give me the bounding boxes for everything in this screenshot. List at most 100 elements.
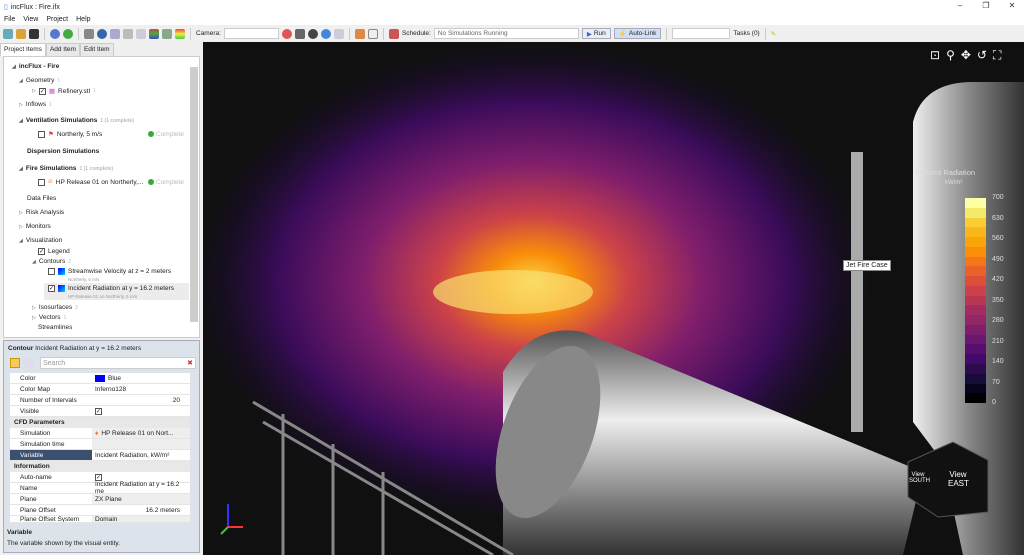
menu-project[interactable]: Project [46, 16, 68, 23]
hierarchy-icon[interactable] [354, 28, 365, 39]
tree-refinery[interactable]: ▷ ✓ ▦ Refinery.stl 1 [32, 87, 96, 95]
vent-checkbox[interactable] [38, 130, 45, 138]
new-icon[interactable] [3, 28, 13, 39]
line-icon[interactable] [110, 28, 120, 39]
tree-legend[interactable]: ✓ Legend [38, 248, 70, 255]
minimize-button[interactable]: – [950, 1, 970, 10]
tab-project-items[interactable]: Project Items [0, 43, 46, 56]
categorized-view-icon[interactable] [10, 358, 20, 368]
vent-status: Complete [148, 131, 184, 138]
legend-tick: 490 [992, 255, 1004, 263]
tree-inflows[interactable]: ▷ Inflows 1 [19, 101, 52, 108]
prop-colormap: Color Map Inferno128 [10, 384, 190, 395]
menu-file[interactable]: File [4, 16, 15, 23]
pan-icon[interactable]: ✥ [961, 48, 971, 63]
prop-variable[interactable]: Variable Incident Radiation, kW/m² [10, 450, 190, 461]
contour-icon [58, 285, 65, 292]
vent-icon[interactable] [123, 28, 133, 39]
info-icon[interactable] [50, 28, 60, 39]
legend-tick: 280 [992, 317, 1004, 324]
tree-contour-2[interactable]: ✓ Incident Radiation at y = 16.2 meters [48, 285, 174, 292]
view-cube-east[interactable]: View EAST [948, 470, 969, 488]
prop-offset-system[interactable]: Plane Offset System Domain [10, 516, 190, 523]
contour2-checkbox[interactable]: ✓ [48, 285, 55, 292]
fullscreen-icon[interactable]: ⛶ [993, 48, 1001, 63]
tree-monitors[interactable]: ▷ Monitors [19, 223, 51, 230]
maximize-button[interactable]: ❐ [976, 1, 996, 10]
tree-vectors[interactable]: ▷ Vectors 1 [32, 314, 66, 321]
prop-intervals[interactable]: Number of Intervals 20 [10, 395, 190, 406]
tree-streamlines[interactable]: Streamlines [38, 324, 72, 331]
layers-icon[interactable] [149, 28, 159, 39]
tree-risk[interactable]: ▷ Risk Analysis [19, 209, 64, 216]
tree-visualization[interactable]: ◢ Visualization [19, 237, 62, 244]
pencil-icon[interactable]: ✎ [771, 30, 776, 38]
reset-view-icon[interactable]: ↺ [977, 48, 987, 63]
tab-add-item[interactable]: Add Item [45, 43, 80, 56]
visible-checkbox[interactable]: ✓ [95, 407, 102, 415]
run-button[interactable]: ▶ Run [581, 28, 611, 39]
complete-icon [148, 179, 154, 185]
prop-name[interactable]: Name Incident Radiation at y = 16.2 me [10, 481, 190, 495]
scene[interactable] [203, 42, 1024, 555]
category-information[interactable]: Information [10, 461, 190, 472]
tasks-dropdown[interactable]: Tasks (0) [733, 30, 759, 37]
tree-isosurfaces[interactable]: ▷ Isosurfaces 2 [32, 304, 78, 311]
jet-fire-annotation[interactable]: Jet Fire Case [843, 260, 891, 271]
tree-vent-item[interactable]: ⚑ Northerly, 5 m/s Complete [38, 130, 198, 138]
schedule-value: No Simulations Running [437, 30, 508, 37]
geometry-icon[interactable] [84, 28, 94, 39]
add-icon[interactable] [63, 28, 73, 39]
clear-search-icon[interactable]: ✖ [187, 359, 193, 367]
clipboard-icon[interactable] [333, 28, 344, 39]
tree-data-files[interactable]: Data Files [27, 195, 56, 202]
contour1-checkbox[interactable] [48, 268, 55, 275]
cloud-icon[interactable] [136, 28, 146, 39]
open-icon[interactable] [16, 28, 26, 39]
camera-icon[interactable] [294, 28, 305, 39]
image-icon[interactable] [162, 28, 172, 39]
tree-root[interactable]: ◢ incFlux - Fire [12, 63, 59, 70]
prop-plane[interactable]: Plane ZX Plane [10, 494, 190, 505]
zoom-icon[interactable]: ⚲ [946, 48, 955, 63]
search-input[interactable]: Search ✖ [40, 357, 196, 369]
prop-simulation-time[interactable]: Simulation time [10, 439, 190, 450]
alphabetical-view-icon[interactable] [23, 358, 33, 368]
tree-fire-item[interactable]: 🔥︎ HP Release 01 on Northerly,... Complete [38, 178, 198, 186]
globe-icon[interactable] [97, 28, 107, 39]
legend-swatch [965, 207, 986, 218]
wind-icon: ⚑ [48, 131, 54, 138]
description-title: Variable [7, 529, 32, 536]
zoom-region-icon[interactable]: ⊡ [930, 48, 940, 63]
prop-plane-offset[interactable]: Plane Offset 16.2 meters [10, 505, 190, 516]
tree-contours[interactable]: ◢ Contours 2 [32, 258, 71, 265]
3d-viewport[interactable]: Jet Fire Case View SOUTH View EAST ⊡ ⚲ ✥ ↺ ⛶… [203, 42, 1024, 555]
tree-geometry[interactable]: ◢ Geometry 1 [19, 77, 60, 84]
save-icon[interactable] [29, 28, 39, 39]
legend-icon[interactable] [175, 28, 185, 39]
target-icon[interactable] [307, 28, 318, 39]
view-cube-south[interactable]: View SOUTH [909, 472, 930, 484]
close-button[interactable]: ✕ [1002, 1, 1022, 10]
fire-checkbox[interactable] [38, 178, 45, 186]
auto-link-button[interactable]: ⚡ Auto-Link [613, 28, 662, 39]
delete-camera-icon[interactable] [281, 28, 292, 39]
legend-checkbox[interactable]: ✓ [38, 248, 45, 255]
tree-fire[interactable]: ◢ Fire Simulations 1 (1 complete) [19, 165, 113, 172]
menu-help[interactable]: Help [76, 16, 90, 23]
tree-contour-1[interactable]: Streamwise Velocity at z = 2 meters [48, 268, 171, 275]
refinery-checkbox[interactable]: ✓ [38, 87, 46, 95]
prop-simulation[interactable]: Simulation ♦ HP Release 01 on Nort... [10, 428, 190, 439]
pointer-icon[interactable] [367, 28, 378, 39]
category-cfd[interactable]: CFD Parameters [10, 417, 190, 428]
camera-select[interactable] [223, 28, 279, 39]
tree-dispersion[interactable]: Dispersion Simulations [27, 148, 99, 155]
tree-ventilation[interactable]: ◢ Ventilation Simulations 1 (1 complete) [19, 117, 134, 124]
orbit-icon[interactable] [320, 28, 331, 39]
menu-view[interactable]: View [23, 16, 38, 23]
legend-swatch [965, 227, 986, 238]
schedule-select[interactable]: No Simulations Running [433, 28, 579, 39]
tab-edit-item[interactable]: Edit Item [79, 43, 114, 56]
tree-scrollbar[interactable] [190, 67, 198, 322]
autoname-checkbox[interactable]: ✓ [95, 473, 102, 481]
